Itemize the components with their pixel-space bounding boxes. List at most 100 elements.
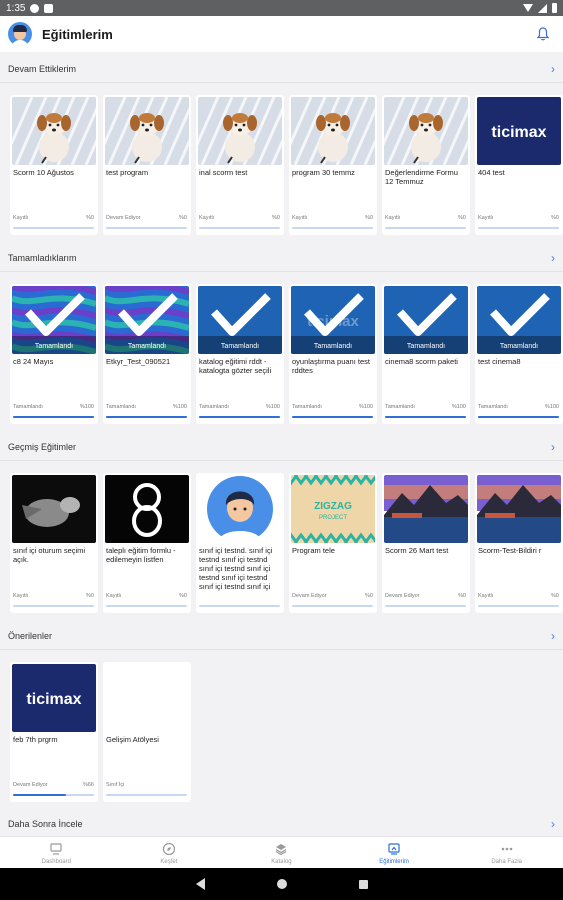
check-blue-thumbnail: Tamamlandı — [384, 286, 468, 354]
file-icon — [44, 3, 54, 13]
zigzag-logo-text: ZIGZAG — [314, 501, 352, 512]
section-header[interactable]: Önerilenler › — [0, 627, 563, 645]
course-card[interactable]: Scorm 26 Mart test Devam Ediyor %0 — [382, 473, 470, 613]
card-thumbnail — [384, 97, 468, 165]
card-status: Tamamlandı — [385, 404, 415, 410]
status-bar: 1:35 — [0, 0, 563, 16]
course-card[interactable]: Scorm 10 Ağustos Kayıtlı %0 — [10, 95, 98, 235]
card-progress-text: %100 — [358, 404, 373, 410]
back-icon[interactable] — [195, 878, 205, 890]
progress-bar — [385, 227, 466, 229]
card-title: Scorm 26 Mart test — [385, 546, 449, 555]
card-progress-text: %0 — [179, 215, 187, 221]
nav-label: Dashboard — [41, 858, 71, 865]
section-header[interactable]: Geçmiş Eğitimler › — [0, 438, 563, 456]
card-title: Program tele — [292, 546, 335, 555]
course-card[interactable]: Tamamlandı cinema8 scorm paketi Tamamlandı… — [382, 284, 470, 424]
dog-patch — [325, 113, 341, 123]
card-title: feb 7th prgrm — [13, 735, 58, 744]
ticimax-thumbnail: ticimax — [12, 664, 96, 732]
chevron-right-icon[interactable]: › — [551, 441, 555, 453]
section-divider — [0, 82, 563, 83]
nav-item-1[interactable]: Keşfet — [113, 837, 226, 868]
signal-icon — [538, 3, 547, 13]
course-card[interactable]: Tamamlandı katalog eğitimi rddt - katalog… — [196, 284, 284, 424]
progress-fill — [199, 416, 280, 418]
course-card[interactable]: program 30 temmz Kayıtlı %0 — [289, 95, 377, 235]
card-progress-text: %0 — [458, 215, 466, 221]
course-card[interactable]: ticimax feb 7th prgrm Devam Ediyor %66 — [10, 662, 98, 802]
card-progress-text: %100 — [451, 404, 466, 410]
avatar-hair — [13, 25, 27, 32]
card-status: Kayıtlı — [199, 215, 215, 221]
section-header[interactable]: Daha Sonra İncele › — [0, 815, 563, 833]
course-card[interactable]: taleplı eğitim formlu - edilemeyin listf… — [103, 473, 191, 613]
dog-thumbnail — [384, 97, 468, 165]
course-card[interactable]: sınıf içi testnd. sınıf içi testnd sınıf… — [196, 473, 284, 613]
completed-label: Tamamlandı — [314, 343, 352, 350]
course-card[interactable]: ZIGZAG PROJECT Program tele Devam Ediyor %0 — [289, 473, 377, 613]
card-progress-text: %0 — [365, 215, 373, 221]
nav-item-0[interactable]: Dashboard — [0, 837, 113, 868]
card-progress-text: %0 — [179, 593, 187, 599]
progress-bar — [13, 227, 94, 229]
card-thumbnail: ticimax Tamamlandı — [291, 286, 375, 354]
thumb-bg — [105, 664, 189, 732]
progress-fill — [478, 416, 559, 418]
course-card[interactable]: inal scorm test Kayıtlı %0 — [196, 95, 284, 235]
course-card[interactable]: Değerlendirme Formu 12 Temmuz Kayıtlı %0 — [382, 95, 470, 235]
card-title: 404 test — [478, 168, 505, 177]
course-card[interactable]: Gelişim Atölyesi Sınıf İçi — [103, 662, 191, 802]
card-title: test program — [106, 168, 149, 177]
course-card[interactable]: ticimax 404 test Kayıtlı %0 — [475, 95, 563, 235]
section-2: Geçmiş Eğitimler › sınıf içi oturum seçim… — [0, 438, 563, 618]
card-thumbnail: ticimax — [477, 97, 561, 165]
lake-thumbnail — [384, 475, 468, 543]
houses — [485, 513, 515, 518]
card-title: Gelişim Atölyesi — [106, 735, 159, 744]
card-title: Etkyr_Test_090521 — [106, 357, 171, 366]
dog-eye — [56, 123, 60, 127]
nav-item-3[interactable]: Eğitimlerim — [338, 837, 451, 868]
recents-icon[interactable] — [358, 879, 368, 889]
card-status: Kayıtlı — [106, 593, 122, 599]
course-card[interactable]: ticimax Tamamlandı oyunlaştırma puanı test… — [289, 284, 377, 424]
dog-nose — [52, 128, 56, 132]
profile-avatar[interactable] — [8, 22, 32, 46]
eight-thumbnail — [105, 475, 189, 543]
course-card[interactable]: Tamamlandı c8 24 Mayıs Tamamlandı %100 — [10, 284, 98, 424]
course-card[interactable]: sınıf içi oturum seçimi açık. Kayıtlı %0 — [10, 473, 98, 613]
progress-bar — [385, 605, 466, 607]
houses — [392, 513, 422, 518]
section-header[interactable]: Devam Ettiklerim › — [0, 60, 563, 78]
section-header[interactable]: Tamamladıklarım › — [0, 249, 563, 267]
course-card[interactable]: test program Devam Ediyor %0 — [103, 95, 191, 235]
dog-eye — [48, 123, 52, 127]
page-title: Eğitimlerim — [42, 26, 113, 42]
notifications-button[interactable] — [531, 22, 555, 46]
card-title: taleplı eğitim formlu - edilemeyin listf… — [106, 546, 176, 564]
zigzag-thumbnail: ZIGZAG PROJECT — [291, 475, 375, 543]
bell-icon — [536, 27, 550, 41]
course-card[interactable]: Scorm-Test-Bildiri r Kayıtlı %0 — [475, 473, 563, 613]
card-status: Devam Ediyor — [106, 215, 141, 221]
section-divider — [0, 271, 563, 272]
card-thumbnail: Tamamlandı — [384, 286, 468, 354]
card-thumbnail: Tamamlandı — [477, 286, 561, 354]
home-icon[interactable] — [276, 879, 287, 889]
course-card[interactable]: Tamamlandı Etkyr_Test_090521 Tamamlandı %10… — [103, 284, 191, 424]
nav-item-4[interactable]: Daha Fazla — [450, 837, 563, 868]
chevron-right-icon[interactable]: › — [551, 63, 555, 75]
check-blue-thumbnail: Tamamlandı — [198, 286, 282, 354]
section-title: Önerilenler — [8, 631, 53, 641]
card-title: program 30 temmz — [292, 168, 355, 177]
chevron-right-icon[interactable]: › — [551, 252, 555, 264]
card-thumbnail — [477, 475, 561, 543]
chevron-right-icon[interactable]: › — [551, 630, 555, 642]
layers-icon — [276, 843, 287, 855]
nav-item-2[interactable]: Katalog — [225, 837, 338, 868]
progress-fill — [13, 794, 67, 796]
completed-label: Tamamlandı — [500, 343, 538, 350]
course-card[interactable]: Tamamlandı test cinema8 Tamamlandı %100 — [475, 284, 563, 424]
chevron-right-icon[interactable]: › — [551, 818, 555, 830]
